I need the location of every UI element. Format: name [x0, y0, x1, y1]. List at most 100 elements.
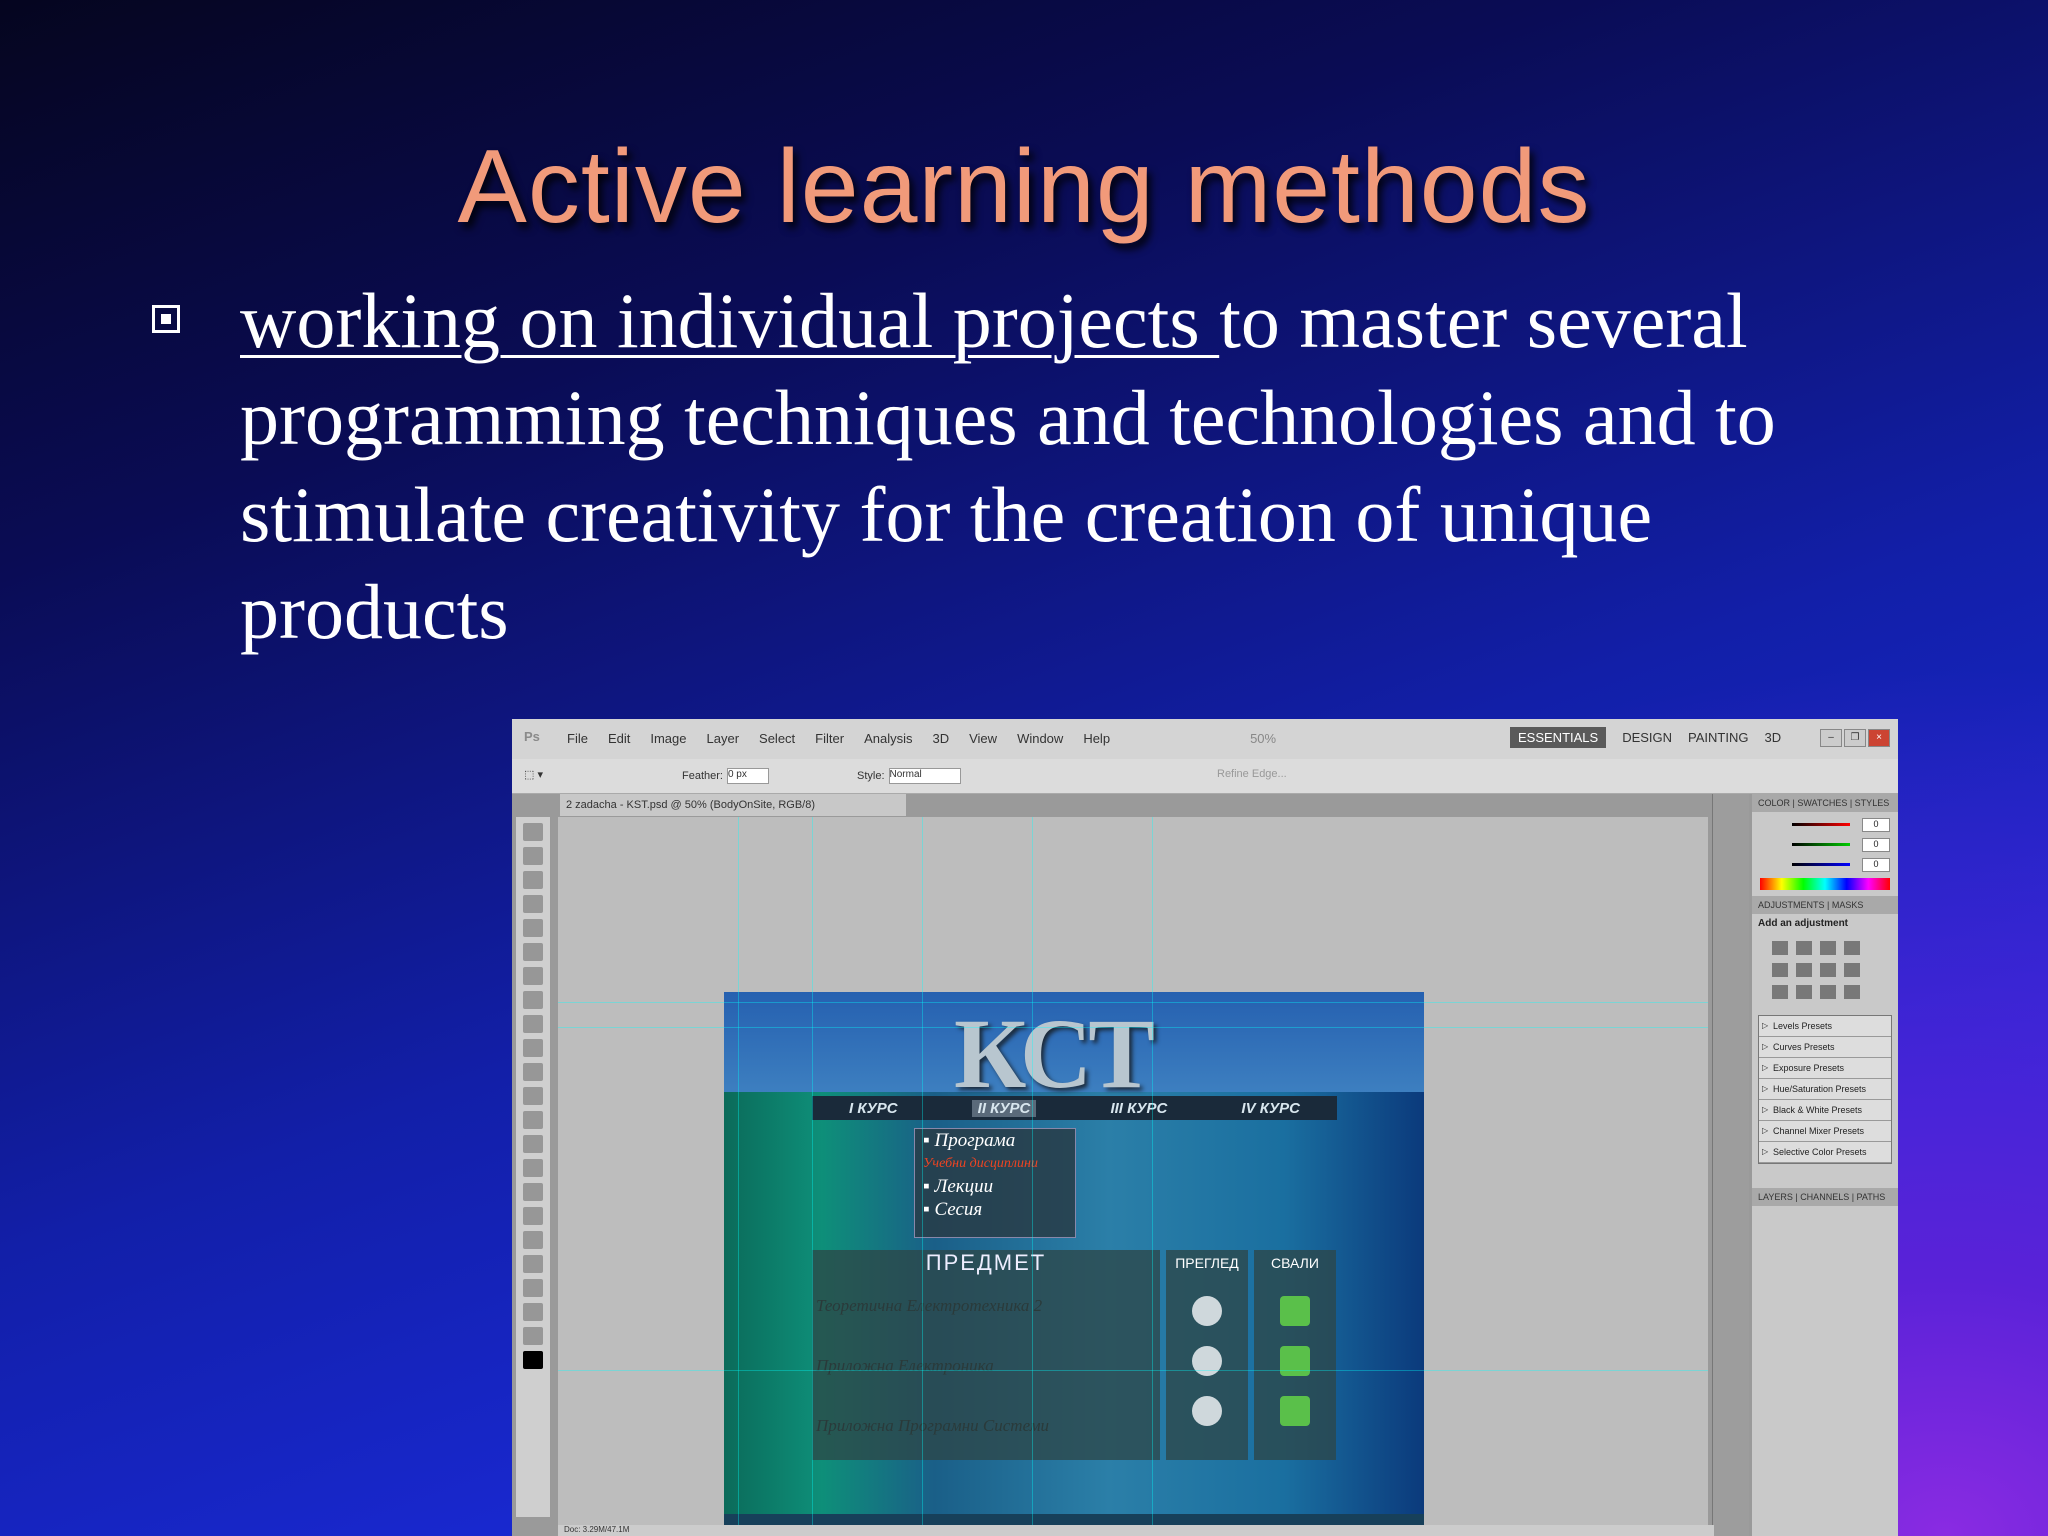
menu-file[interactable]: File: [567, 731, 588, 746]
download-header: СВАЛИ: [1271, 1255, 1319, 1271]
nav-course-3[interactable]: III КУРС: [1110, 1100, 1167, 1117]
presets-list: Levels Presets Curves Presets Exposure P…: [1758, 1015, 1892, 1164]
menu-window[interactable]: Window: [1017, 731, 1063, 746]
menu-view[interactable]: View: [969, 731, 997, 746]
preset-item[interactable]: Hue/Saturation Presets: [1759, 1079, 1891, 1100]
style-select[interactable]: Normal: [888, 768, 961, 784]
vibrance-icon[interactable]: [1772, 963, 1788, 977]
dodge-tool-icon[interactable]: [523, 1135, 543, 1153]
refine-edge-button[interactable]: Refine Edge...: [1217, 768, 1287, 780]
preset-item[interactable]: Black & White Presets: [1759, 1100, 1891, 1121]
menu-analysis[interactable]: Analysis: [864, 731, 912, 746]
3d-rotate-icon[interactable]: [523, 1255, 543, 1273]
preview-icon[interactable]: [1192, 1346, 1222, 1376]
3d-orbit-icon[interactable]: [523, 1279, 543, 1297]
preset-item[interactable]: Exposure Presets: [1759, 1058, 1891, 1079]
menu-layer[interactable]: Layer: [707, 731, 740, 746]
menu-image[interactable]: Image: [650, 731, 686, 746]
dropdown-item-lectures[interactable]: ▪ Лекции: [915, 1175, 1075, 1198]
crop-tool-icon[interactable]: [523, 919, 543, 937]
document-canvas[interactable]: КСТ I КУРС II КУРС III КУРС IV КУРС ▪ Пр…: [558, 817, 1708, 1536]
stamp-tool-icon[interactable]: [523, 1015, 543, 1033]
workspace-design[interactable]: DESIGN: [1622, 730, 1672, 745]
menu-help[interactable]: Help: [1083, 731, 1110, 746]
dropdown-item-disciplines[interactable]: Учебни дисциплини: [915, 1152, 1075, 1175]
photo-filter-icon[interactable]: [1772, 985, 1788, 999]
download-icon[interactable]: [1280, 1296, 1310, 1326]
color-spectrum[interactable]: [1760, 878, 1890, 890]
wand-tool-icon[interactable]: [523, 895, 543, 913]
layers-tabs[interactable]: LAYERS | CHANNELS | PATHS: [1752, 1188, 1898, 1206]
gradient-tool-icon[interactable]: [523, 1087, 543, 1105]
nav-course-4[interactable]: IV КУРС: [1241, 1100, 1300, 1117]
eyedropper-tool-icon[interactable]: [523, 943, 543, 961]
shape-tool-icon[interactable]: [523, 1231, 543, 1249]
feather-input[interactable]: 0 px: [726, 768, 769, 784]
menu-3d[interactable]: 3D: [932, 731, 949, 746]
preset-item[interactable]: Channel Mixer Presets: [1759, 1121, 1891, 1142]
blue-slider[interactable]: 0: [1792, 858, 1890, 872]
zoom-level[interactable]: 50%: [1250, 731, 1276, 746]
exposure-icon[interactable]: [1844, 941, 1860, 955]
brightness-icon[interactable]: [1772, 941, 1788, 955]
preview-icon[interactable]: [1192, 1396, 1222, 1426]
zoom-tool-icon[interactable]: [523, 1327, 543, 1345]
workspace-painting[interactable]: PAINTING: [1688, 730, 1748, 745]
download-column: СВАЛИ: [1254, 1250, 1336, 1460]
levels-icon[interactable]: [1796, 941, 1812, 955]
minimize-icon[interactable]: –: [1820, 729, 1842, 747]
bw-icon[interactable]: [1844, 963, 1860, 977]
marquee-tool-icon[interactable]: ⬚ ▾: [524, 768, 543, 781]
path-select-icon[interactable]: [523, 1207, 543, 1225]
workspace-essentials[interactable]: ESSENTIALS: [1510, 727, 1607, 748]
dropdown-item-session[interactable]: ▪ Сесия: [915, 1198, 1075, 1221]
type-tool-icon[interactable]: [523, 1183, 543, 1201]
healing-tool-icon[interactable]: [523, 967, 543, 985]
subject-row: Теоретична Електротехника 2: [816, 1296, 1043, 1315]
channel-mixer-icon[interactable]: [1796, 985, 1812, 999]
menu-items: File Edit Image Layer Select Filter Anal…: [567, 731, 1276, 746]
marquee-tool-icon[interactable]: [523, 847, 543, 865]
invert-icon[interactable]: [1820, 985, 1836, 999]
hue-icon[interactable]: [1796, 963, 1812, 977]
bullet-link[interactable]: working on individual projects: [240, 277, 1219, 364]
foreground-color-swatch[interactable]: [523, 1351, 543, 1369]
menu-select[interactable]: Select: [759, 731, 795, 746]
dropdown-item-program[interactable]: ▪ Програма: [915, 1129, 1075, 1152]
blue-value[interactable]: 0: [1862, 858, 1890, 872]
color-panel-tabs[interactable]: COLOR | SWATCHES | STYLES: [1752, 794, 1898, 812]
preset-item[interactable]: Selective Color Presets: [1759, 1142, 1891, 1163]
hand-tool-icon[interactable]: [523, 1303, 543, 1321]
nav-course-1[interactable]: I КУРС: [849, 1100, 898, 1117]
lasso-tool-icon[interactable]: [523, 871, 543, 889]
pen-tool-icon[interactable]: [523, 1159, 543, 1177]
curves-icon[interactable]: [1820, 941, 1836, 955]
document-tab[interactable]: 2 zadacha - KST.psd @ 50% (BodyOnSite, R…: [560, 794, 906, 816]
workspace-3d[interactable]: 3D: [1764, 730, 1781, 745]
download-icon[interactable]: [1280, 1396, 1310, 1426]
balance-icon[interactable]: [1820, 963, 1836, 977]
history-brush-icon[interactable]: [523, 1039, 543, 1057]
download-icon[interactable]: [1280, 1346, 1310, 1376]
blur-tool-icon[interactable]: [523, 1111, 543, 1129]
move-tool-icon[interactable]: [523, 823, 543, 841]
green-value[interactable]: 0: [1862, 838, 1890, 852]
red-slider[interactable]: 0: [1792, 818, 1890, 832]
guide-line: [558, 1002, 1708, 1003]
green-slider[interactable]: 0: [1792, 838, 1890, 852]
eraser-tool-icon[interactable]: [523, 1063, 543, 1081]
menu-filter[interactable]: Filter: [815, 731, 844, 746]
restore-icon[interactable]: ❐: [1844, 729, 1866, 747]
close-icon[interactable]: ×: [1868, 729, 1890, 747]
posterize-icon[interactable]: [1844, 985, 1860, 999]
preview-icon[interactable]: [1192, 1296, 1222, 1326]
red-value[interactable]: 0: [1862, 818, 1890, 832]
bullet-item: working on individual projects to master…: [150, 272, 1910, 660]
preset-item[interactable]: Levels Presets: [1759, 1016, 1891, 1037]
menu-edit[interactable]: Edit: [608, 731, 630, 746]
slide-title: Active learning methods: [457, 129, 1591, 245]
adjustments-tabs[interactable]: ADJUSTMENTS | MASKS: [1752, 896, 1898, 914]
nav-course-2[interactable]: II КУРС: [971, 1099, 1037, 1117]
brush-tool-icon[interactable]: [523, 991, 543, 1009]
preset-item[interactable]: Curves Presets: [1759, 1037, 1891, 1058]
